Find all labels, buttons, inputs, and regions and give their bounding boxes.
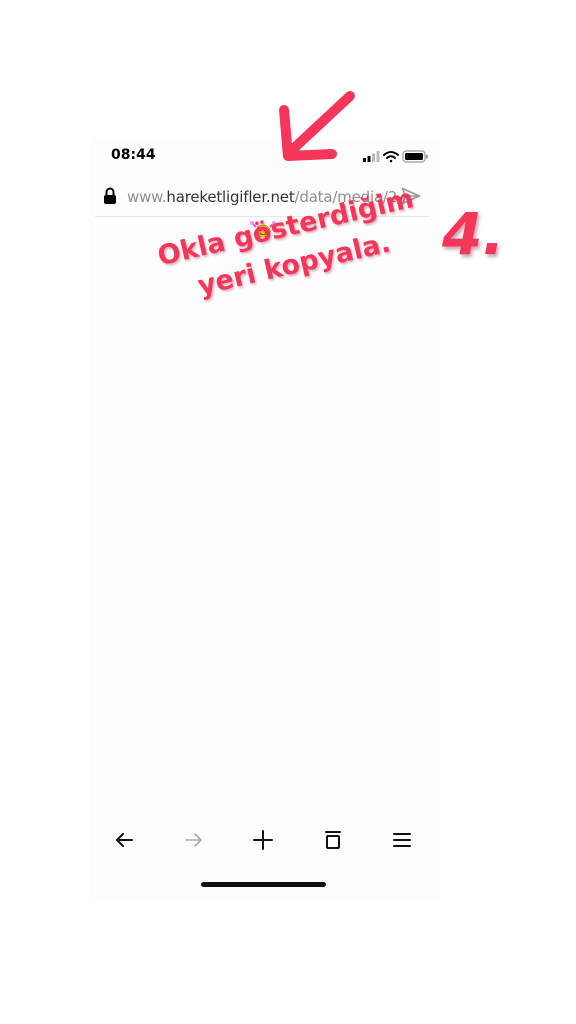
home-indicator[interactable] [201,882,326,887]
url-domain: hareketligifler.net [166,188,295,206]
annotation-arrow-icon [279,91,355,161]
wifi-icon [383,151,399,163]
tabs-icon[interactable] [321,828,345,852]
new-tab-icon[interactable] [251,828,275,852]
status-icons [363,150,428,163]
annotation-step-number: 4. [442,200,505,268]
url-prefix: www. [127,188,167,206]
battery-icon [402,150,428,163]
browser-toolbar [100,822,430,858]
back-icon[interactable] [112,828,136,852]
status-time: 08:44 [111,147,156,163]
lock-icon [104,187,116,204]
forward-icon[interactable] [182,828,206,852]
menu-icon[interactable] [390,828,414,852]
signal-icon [363,151,380,162]
